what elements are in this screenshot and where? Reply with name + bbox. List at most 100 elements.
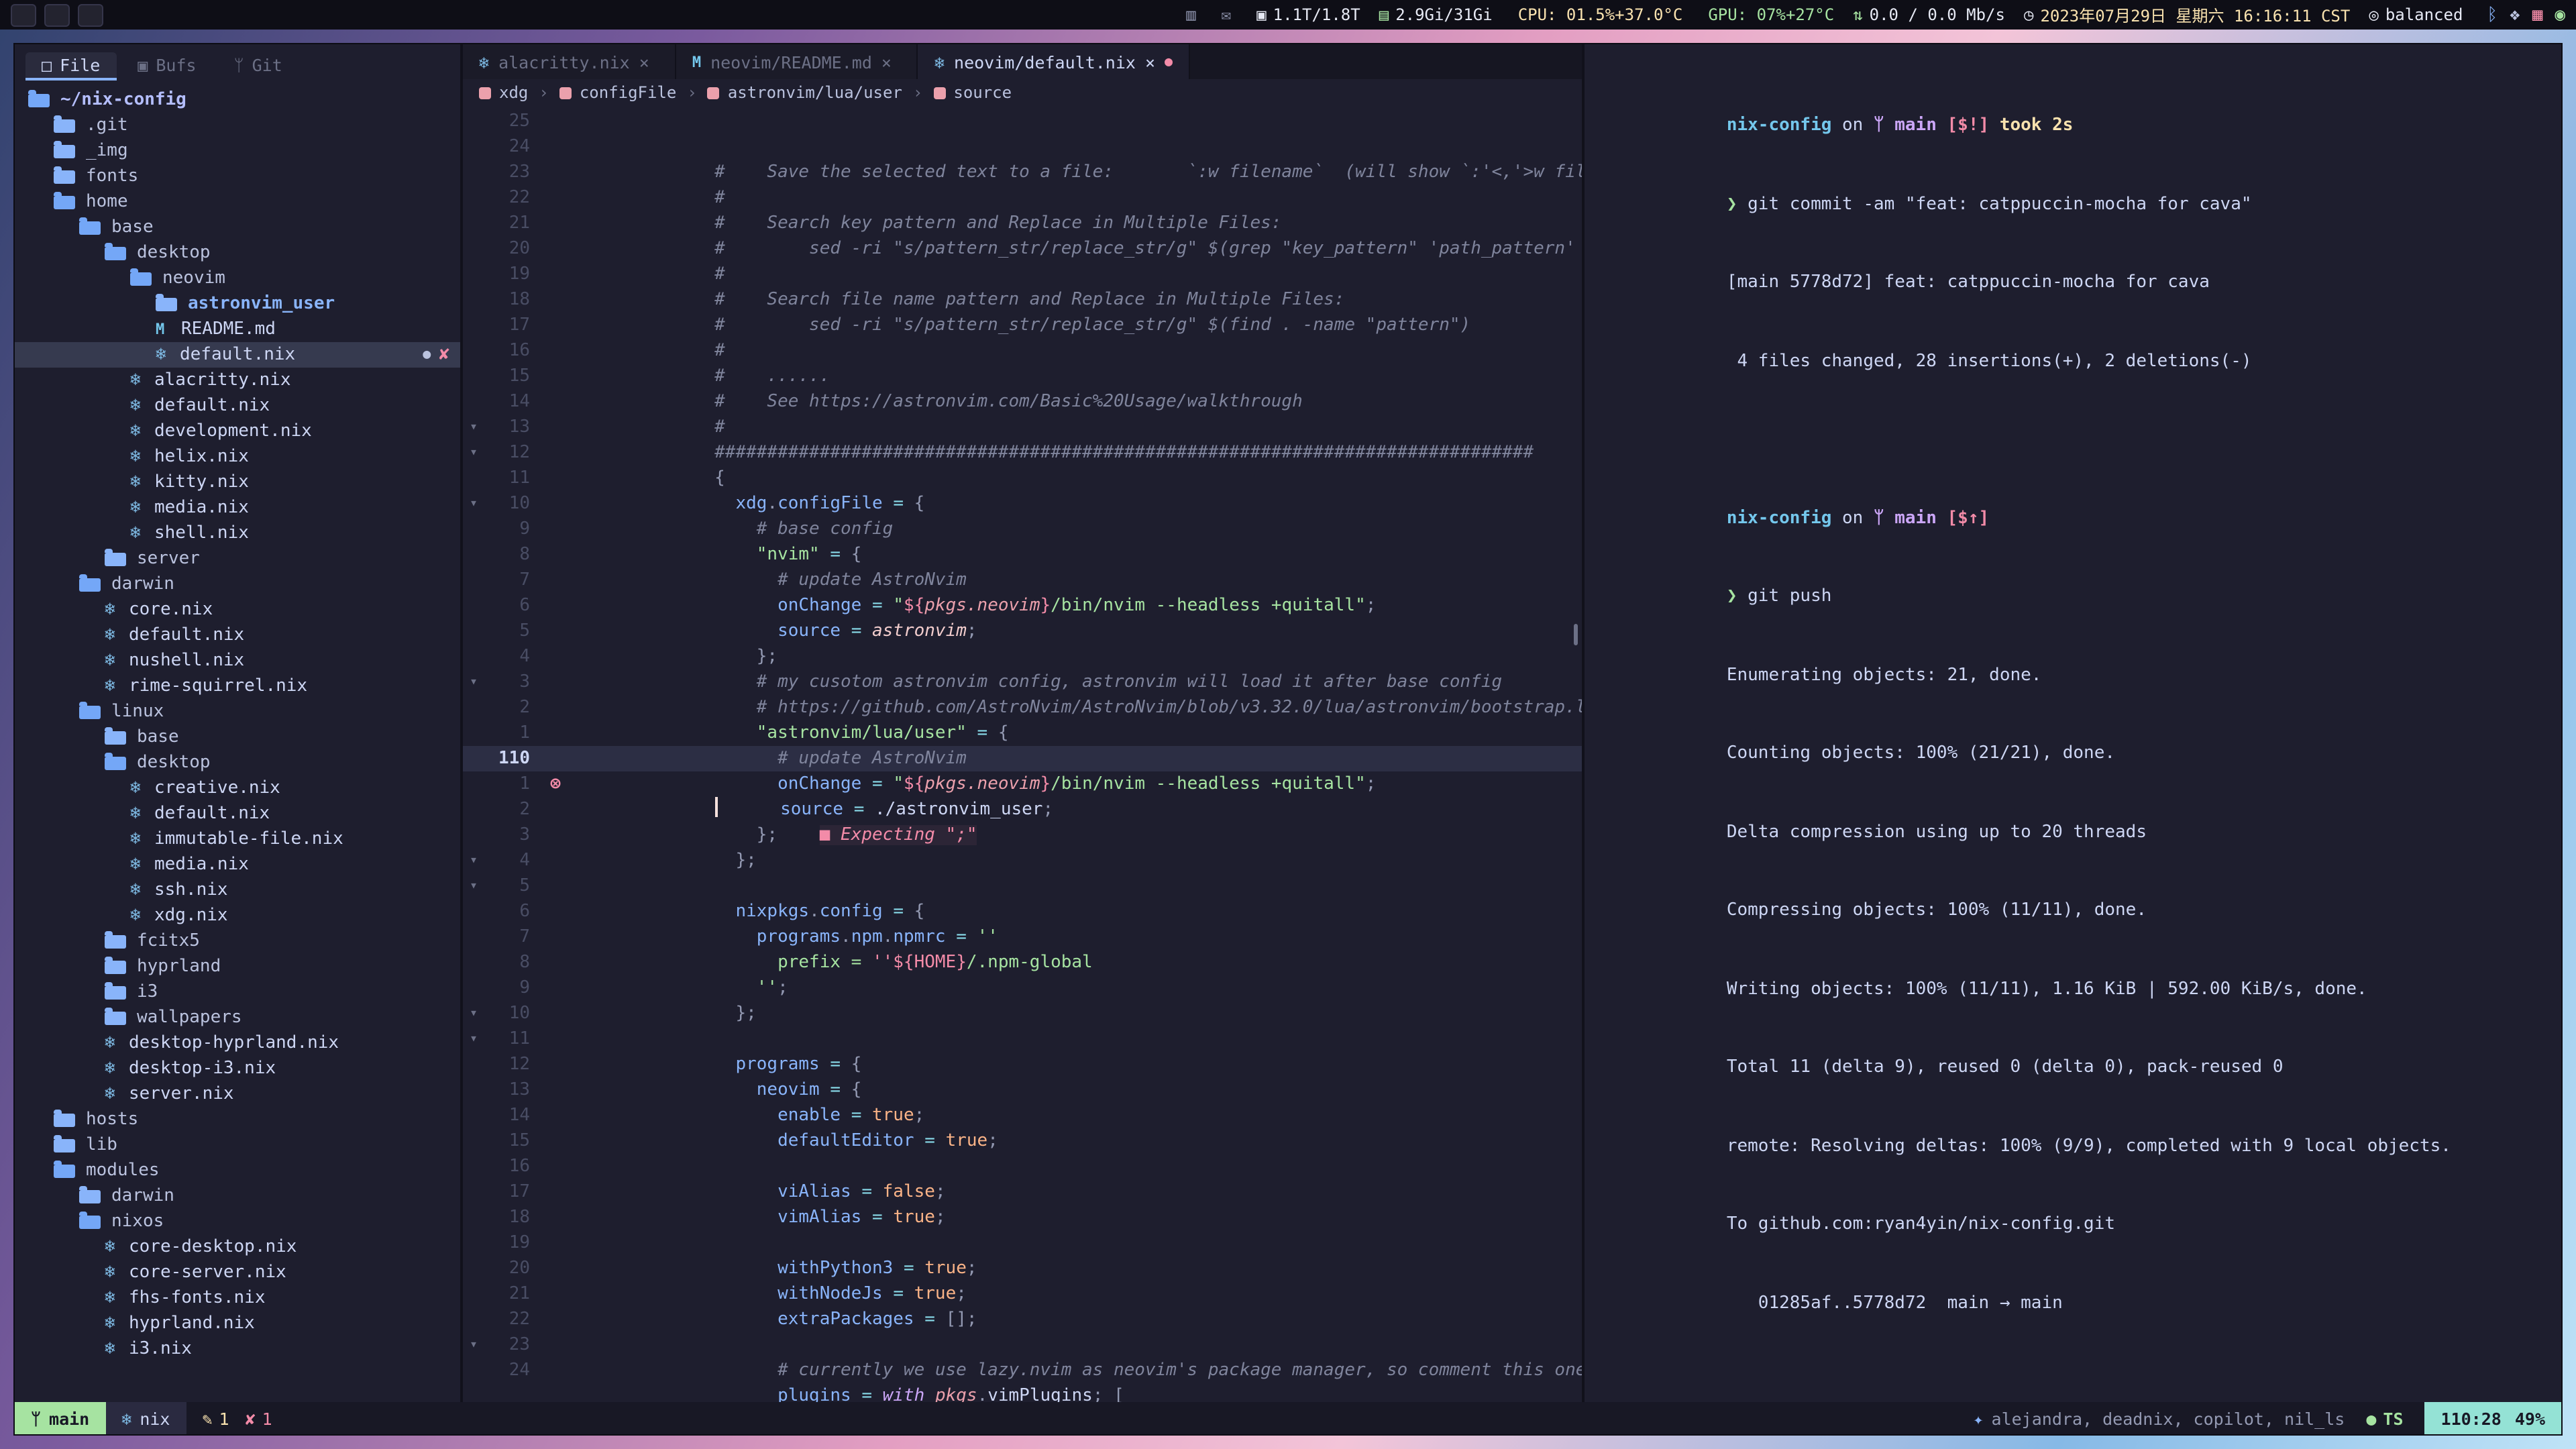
fold-icon[interactable]: [463, 517, 484, 542]
code-line[interactable]: 6 prefix = ''${HOME}/.npm-global: [463, 899, 1582, 924]
code-line[interactable]: 6 };: [463, 593, 1582, 619]
fold-icon[interactable]: [463, 542, 484, 568]
code-line[interactable]: 14: [463, 1103, 1582, 1128]
fold-icon[interactable]: [463, 975, 484, 1001]
tab-close-icon[interactable]: ×: [1145, 52, 1155, 72]
code-line[interactable]: 23 # Search key pattern and Replace in M…: [463, 160, 1582, 185]
fold-icon[interactable]: [463, 1256, 484, 1281]
neotree-tab[interactable]: □ File: [25, 52, 116, 80]
tree-item[interactable]: ❄ rime-squirrel.nix: [15, 674, 460, 699]
fold-icon[interactable]: ▾: [463, 1332, 484, 1358]
tab-close-icon[interactable]: ×: [639, 52, 649, 72]
code-line[interactable]: ▾ 3 "astronvim/lua/user" = {: [463, 669, 1582, 695]
fold-icon[interactable]: [463, 899, 484, 924]
fold-icon[interactable]: [463, 109, 484, 134]
fold-icon[interactable]: [463, 746, 484, 771]
code-line[interactable]: 24 #: [463, 134, 1582, 160]
tree-item[interactable]: ❄ desktop-hyprland.nix: [15, 1030, 460, 1056]
workspace-app-icon[interactable]: [44, 3, 70, 26]
code-line[interactable]: ▾ 13 {: [463, 415, 1582, 440]
tree-item[interactable]: ~/nix-config: [15, 87, 460, 113]
breadcrumb-label[interactable]: xdg: [499, 79, 528, 106]
scrollbar-thumb[interactable]: [1574, 624, 1578, 645]
fold-icon[interactable]: [463, 797, 484, 822]
tree-item[interactable]: ❄ default.nix: [15, 623, 460, 648]
fold-icon[interactable]: [463, 720, 484, 746]
code-line[interactable]: 9: [463, 975, 1582, 1001]
tree-item[interactable]: base: [15, 724, 460, 750]
tree-item[interactable]: nixos: [15, 1209, 460, 1234]
tree-item[interactable]: server: [15, 546, 460, 572]
tree-item[interactable]: ❄ creative.nix: [15, 775, 460, 801]
workspace-app-icon[interactable]: [78, 3, 103, 26]
code-line[interactable]: 17 # ......: [463, 313, 1582, 338]
workspace-app-icon[interactable]: [11, 3, 36, 26]
code-line[interactable]: 5 # my cusotom astronvim config, astronv…: [463, 619, 1582, 644]
code-line[interactable]: 25 # Save the selected text to a file: `…: [463, 109, 1582, 134]
tree-item[interactable]: base: [15, 215, 460, 240]
code-line[interactable]: 21 #: [463, 211, 1582, 236]
tree-item[interactable]: ❄ media.nix: [15, 852, 460, 877]
code-line[interactable]: ▾ 10 programs = {: [463, 1001, 1582, 1026]
code-line[interactable]: 12 enable = true;: [463, 1052, 1582, 1077]
tree-item[interactable]: hyprland: [15, 954, 460, 979]
code-line[interactable]: ▾ 10 "nvim" = {: [463, 491, 1582, 517]
fold-icon[interactable]: [463, 287, 484, 313]
code-line[interactable]: 22 # currently we use lazy.nvim as neovi…: [463, 1307, 1582, 1332]
code-line[interactable]: 19 # sed -ri "s/pattern_str/replace_str/…: [463, 262, 1582, 287]
tree-item[interactable]: darwin: [15, 1183, 460, 1209]
tree-item[interactable]: ❄ alacritty.nix: [15, 368, 460, 393]
fold-icon[interactable]: [463, 466, 484, 491]
tree-item[interactable]: ❄ desktop-i3.nix: [15, 1056, 460, 1081]
code-line[interactable]: 14 #####################################…: [463, 389, 1582, 415]
code-line[interactable]: 11 # base config: [463, 466, 1582, 491]
tree-item[interactable]: ❄ core-desktop.nix: [15, 1234, 460, 1260]
fold-icon[interactable]: [463, 211, 484, 236]
code-line[interactable]: ▾ 23 plugins = with pkgs.vimPlugins; [: [463, 1332, 1582, 1358]
code-line[interactable]: 2 };: [463, 797, 1582, 822]
tree-item[interactable]: _img: [15, 138, 460, 164]
tree-item[interactable]: ❄ helix.nix: [15, 444, 460, 470]
tree-item[interactable]: astronvim_user: [15, 291, 460, 317]
fold-icon[interactable]: [463, 1154, 484, 1179]
fold-icon[interactable]: [463, 1281, 484, 1307]
code-line[interactable]: 8 onChange = "${pkgs.neovim}/bin/nvim --…: [463, 542, 1582, 568]
code-line[interactable]: 7 '';: [463, 924, 1582, 950]
fold-icon[interactable]: ▾: [463, 873, 484, 899]
fold-icon[interactable]: [463, 822, 484, 848]
fold-icon[interactable]: [463, 644, 484, 669]
code-line[interactable]: 4 # https://github.com/AstroNvim/AstroNv…: [463, 644, 1582, 669]
fold-icon[interactable]: [463, 338, 484, 364]
code-line[interactable]: 18 #: [463, 287, 1582, 313]
code-line[interactable]: 22 # sed -ri "s/pattern_str/replace_str/…: [463, 185, 1582, 211]
bluetooth-icon[interactable]: ᛒ: [2487, 5, 2498, 25]
fold-icon[interactable]: [463, 1077, 484, 1103]
neotree-tab[interactable]: ᛘ Git: [218, 52, 299, 80]
fold-icon[interactable]: [463, 134, 484, 160]
tree-item[interactable]: lib: [15, 1132, 460, 1158]
code-line[interactable]: 13 defaultEditor = true;: [463, 1077, 1582, 1103]
fold-icon[interactable]: ▾: [463, 669, 484, 695]
code-line[interactable]: 3: [463, 822, 1582, 848]
code-line[interactable]: 7 source = astronvim;: [463, 568, 1582, 593]
code-area[interactable]: 25 # Save the selected text to a file: `…: [463, 106, 1582, 1402]
input-method-icon[interactable]: ▦: [2532, 5, 2543, 25]
fold-icon[interactable]: [463, 1230, 484, 1256]
tree-item[interactable]: ❄ shell.nix: [15, 521, 460, 546]
code-line[interactable]: ▾ 12 xdg.configFile = {: [463, 440, 1582, 466]
fold-icon[interactable]: [463, 771, 484, 797]
fold-icon[interactable]: ▾: [463, 491, 484, 517]
fold-icon[interactable]: [463, 950, 484, 975]
tree-item[interactable]: ❄ xdg.nix: [15, 903, 460, 928]
tree-item[interactable]: desktop: [15, 750, 460, 775]
tree-item[interactable]: M README.md: [15, 317, 460, 342]
code-line[interactable]: 24 # search all the plugins using https:…: [463, 1358, 1582, 1383]
fold-icon[interactable]: [463, 364, 484, 389]
tree-item[interactable]: darwin: [15, 572, 460, 597]
code-line[interactable]: 16 vimAlias = true;: [463, 1154, 1582, 1179]
fold-icon[interactable]: ▾: [463, 415, 484, 440]
tree-item[interactable]: ❄ development.nix: [15, 419, 460, 444]
tree-item[interactable]: ❄ default.nix: [15, 393, 460, 419]
code-line[interactable]: ▾ 4 nixpkgs.config = {: [463, 848, 1582, 873]
breadcrumb-label[interactable]: astronvim/lua/user: [728, 79, 902, 106]
